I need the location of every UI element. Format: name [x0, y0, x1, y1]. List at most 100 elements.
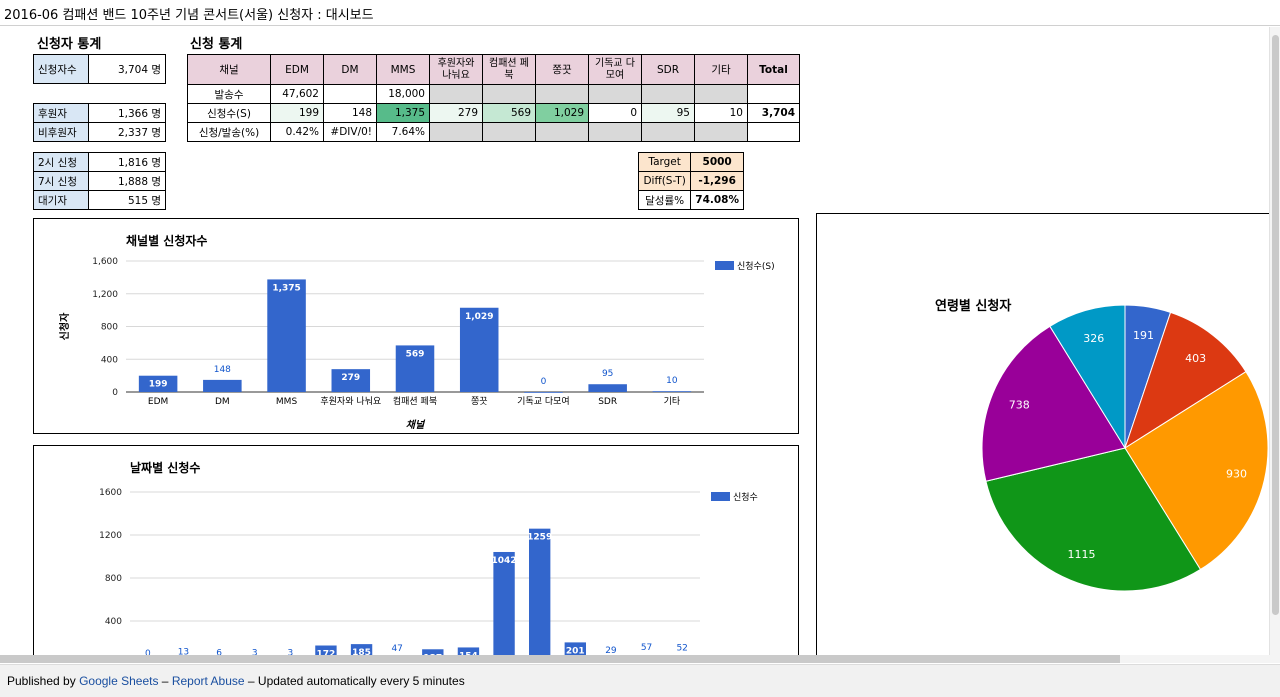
chart-title: 날짜별 신청수	[130, 460, 200, 475]
header-cell: 후원자와 나눠요	[429, 54, 483, 85]
pie-label: 403	[1185, 352, 1206, 365]
pie-label: 326	[1083, 332, 1104, 345]
page-title-text: 2016-06 컴패션 밴드 10주년 기념 콘서트(서울) 신청자 : 대시보…	[4, 8, 374, 23]
x-tick-label: 기타	[664, 396, 681, 407]
date-chart[interactable]: 날짜별 신청수04008001200160005. 8135. 965. 103…	[33, 445, 799, 657]
table-cell	[482, 122, 536, 142]
apply-stats-table: 채널 EDM DM MMS 후원자와 나눠요 컴패션 페북 쫑끗 기독교 다모여…	[187, 54, 800, 142]
bar	[203, 379, 242, 392]
header-cell: 컴패션 페북	[482, 54, 536, 85]
table-cell: #DIV/0!	[323, 122, 377, 142]
header-cell: 쫑끗	[535, 54, 589, 85]
pie-label: 1115	[1067, 548, 1095, 561]
x-tick-label: 컴패션 페북	[393, 395, 437, 407]
vertical-scrollbar[interactable]	[1269, 27, 1280, 657]
table-cell: 1,029	[535, 103, 589, 123]
date-chart-svg: 날짜별 신청수04008001200160005. 8135. 965. 103…	[99, 460, 758, 657]
table-cell: 47,602	[270, 84, 324, 104]
table-cell: 1,375	[376, 103, 430, 123]
header-cell: DM	[323, 54, 377, 85]
y-tick-label: 1600	[99, 488, 122, 498]
header-cell: MMS	[376, 54, 430, 85]
chart-title: 연령별 신청자	[935, 298, 1011, 314]
age-chart[interactable]: 연령별 신청자191403930111573832610세 미만10대20대30…	[816, 213, 1280, 657]
report-abuse-link[interactable]: Report Abuse	[172, 674, 245, 688]
table-cell: 148	[323, 103, 377, 123]
table-cell	[747, 84, 800, 104]
table-cell	[694, 122, 748, 142]
x-tick-label: DM	[215, 397, 230, 407]
target-value: -1,296	[690, 171, 744, 191]
header-cell: Total	[747, 54, 800, 85]
target-label: Diff(S-T)	[637, 171, 692, 191]
stat-label: 후원자	[33, 103, 89, 123]
legend-swatch	[715, 261, 734, 270]
data-label: 52	[676, 643, 687, 653]
y-tick-label: 0	[112, 388, 118, 398]
data-label: 279	[341, 373, 360, 383]
bar	[652, 391, 692, 392]
stat-value: 515 명	[88, 190, 166, 210]
header-cell: 채널	[187, 54, 271, 85]
footer-sep: –	[161, 674, 169, 688]
applicant-stats-title: 신청자 통계	[37, 37, 102, 52]
y-tick-label: 1,600	[92, 257, 118, 267]
header-cell: 기독교 다모여	[588, 54, 642, 85]
stat-value: 1,366 명	[88, 103, 166, 123]
x-tick-label: 후원자와 나눠요	[320, 395, 381, 407]
data-label: 1259	[527, 533, 552, 543]
applicant-total-table: 신청자수 3,704 명	[33, 54, 166, 84]
data-label: 57	[641, 643, 652, 653]
applicant-sponsor-table: 후원자 1,366 명 비후원자 2,337 명	[33, 103, 166, 142]
table-cell	[429, 122, 483, 142]
data-label: 1042	[492, 556, 517, 566]
age-chart-svg: 연령별 신청자191403930111573832610세 미만10대20대30…	[935, 298, 1269, 657]
x-tick-label: 기독교 다모여	[517, 395, 570, 407]
applicant-session-table: 2시 신청 1,816 명 7시 신청 1,888 명 대기자 515 명	[33, 152, 166, 210]
horizontal-scrollbar[interactable]	[0, 655, 1120, 663]
horizontal-scroll-track	[1120, 655, 1280, 663]
table-cell	[694, 84, 748, 104]
footer-published-by: Published by	[7, 674, 76, 688]
x-tick-label: SDR	[598, 397, 617, 407]
channel-chart[interactable]: 채널별 신청자수 0 400 800 1,200 1,600 199 EDM 148 DM 1,37…	[33, 218, 799, 434]
table-cell	[641, 84, 695, 104]
bar	[493, 551, 515, 657]
target-table: Target 5000 Diff(S-T) -1,296 달성률% 74.08%	[637, 152, 744, 210]
table-cell	[323, 84, 377, 104]
legend-label: 신청수	[733, 492, 758, 503]
sheet-area[interactable]: 신청자 통계 신청 통계 신청자수 3,704 명 후원자 1,366 명 비후원자…	[0, 27, 1280, 657]
stat-label: 2시 신청	[33, 152, 89, 172]
bar	[588, 384, 627, 392]
y-tick-label: 400	[101, 355, 118, 365]
channel-chart-svg: 채널별 신청자수 0 400 800 1,200 1,600 199 EDM 148 DM 1,37…	[58, 233, 775, 431]
row-label: 신청수(S)	[187, 103, 271, 123]
y-tick-label: 1200	[99, 531, 122, 541]
stat-label: 7시 신청	[33, 171, 89, 191]
header-cell: 기타	[694, 54, 748, 85]
y-axis-label: 신청자	[58, 312, 71, 340]
table-cell	[535, 84, 589, 104]
row-label: 신청/발송(%)	[187, 122, 271, 142]
data-label: 1,375	[272, 283, 300, 293]
scroll-thumb[interactable]	[1272, 35, 1279, 615]
y-tick-label: 400	[105, 617, 122, 627]
apply-stats-title: 신청 통계	[190, 37, 243, 52]
table-cell	[482, 84, 536, 104]
stat-label: 신청자수	[33, 54, 89, 84]
data-label: 148	[214, 365, 231, 375]
stat-label: 대기자	[33, 190, 89, 210]
stat-label: 비후원자	[33, 122, 89, 142]
table-cell: 95	[641, 103, 695, 123]
table-cell: 10	[694, 103, 748, 123]
footer-sep: –	[247, 674, 255, 688]
target-label: Target	[637, 152, 692, 172]
y-tick-label: 1,200	[92, 290, 118, 300]
google-sheets-link[interactable]: Google Sheets	[79, 674, 158, 688]
footer: Published by Google Sheets – Report Abus…	[0, 664, 1280, 697]
footer-updated: Updated automatically every 5 minutes	[257, 674, 465, 688]
data-label: 95	[602, 369, 613, 379]
bar	[529, 528, 551, 657]
target-value: 5000	[690, 152, 744, 172]
chart-title: 채널별 신청자수	[126, 233, 207, 248]
